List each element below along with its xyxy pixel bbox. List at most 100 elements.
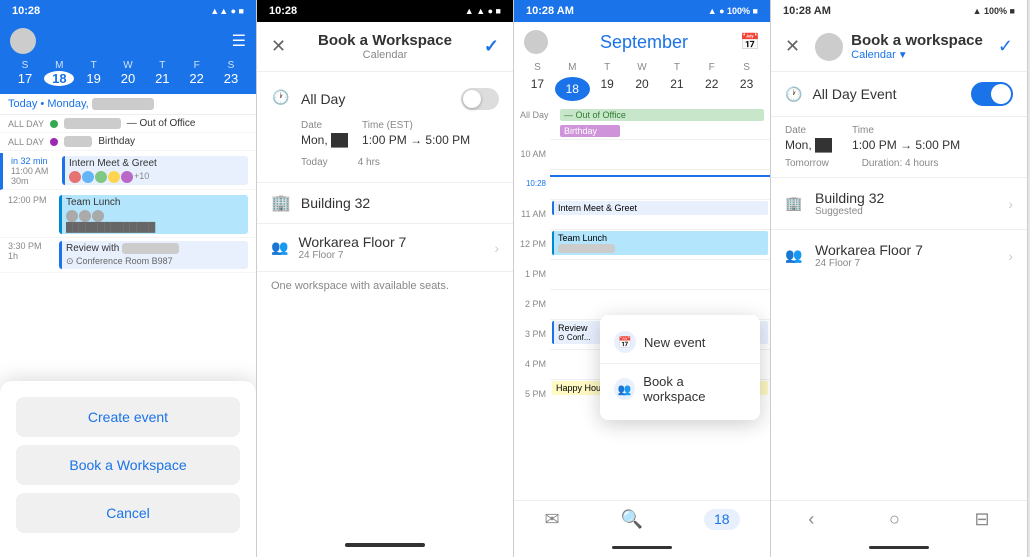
event-out-of-office[interactable]: ALL DAY ████████ — Out of Office [0, 115, 256, 133]
clock-icon-2: 🕐 [271, 89, 291, 109]
time-col-2: Time (EST) 1:00 PM → 5:00 PM [362, 120, 470, 149]
nav-menu-4[interactable]: ⊟ [975, 509, 990, 530]
time-col-4: Time 1:00 PM → 5:00 PM [852, 125, 960, 154]
time-row-12pm: 12 PM Team Lunch ██████████ [514, 229, 770, 259]
nav-back-4[interactable]: ‹ [808, 509, 814, 530]
time-4: 10:28 AM [783, 5, 831, 17]
status-bar-2: 10:28 ▲ ▲ ● ■ [257, 0, 513, 22]
workspace-chevron-4: › [1008, 248, 1013, 264]
phone-2: 10:28 ▲ ▲ ● ■ ✕ Book a Workspace Calenda… [257, 0, 514, 557]
date-row-4: Date Mon, ██ Time 1:00 PM → 5:00 PM [771, 117, 1027, 158]
confirm-button-2[interactable]: ✓ [484, 36, 499, 57]
new-event-menu-item[interactable]: 📅 New event [600, 321, 760, 364]
cal-avatar-3[interactable] [524, 30, 548, 54]
nav-mail-3[interactable]: ✉ [544, 509, 559, 530]
now-line-3 [550, 175, 770, 177]
allday-event-2-3: Birthday [560, 125, 620, 137]
nav-calendar-3[interactable]: 18 [704, 509, 740, 530]
all-day-label-3: All Day — Out of Office [514, 107, 770, 123]
today-label: Today • Monday, ████████ [0, 94, 256, 115]
form-title-4: Book a workspace [851, 32, 983, 49]
chevron-icon-2: › [494, 240, 499, 256]
calendar-dates-1: 17 18 19 20 21 22 23 [10, 71, 246, 86]
workspace-icon-2: 👥 [271, 239, 288, 256]
month-title-3: September [600, 32, 688, 53]
event-lunch-3[interactable]: Team Lunch ██████████ [552, 231, 768, 255]
workspace-row-2[interactable]: 👥 Workarea Floor 7 24 Floor 7 › [257, 224, 513, 272]
all-day-toggle-2[interactable] [461, 88, 499, 110]
bottom-nav-4: ‹ ○ ⊟ [771, 500, 1027, 542]
workspace-info-2: Workarea Floor 7 24 Floor 7 [298, 234, 406, 261]
status-icons-2: ▲ ▲ ● ■ [465, 6, 501, 16]
time-3: 10:28 AM [526, 5, 574, 17]
all-day-label-2: All Day [301, 91, 451, 107]
date-col-2: Date Mon, ██ [301, 120, 348, 149]
book-workspace-button-1[interactable]: Book a Workspace [16, 445, 240, 485]
building-chevron-4: › [1008, 196, 1013, 212]
create-event-button[interactable]: Create event [16, 397, 240, 437]
bottom-nav-3: ✉ 🔍 18 [514, 500, 770, 542]
title-text-4: Book a workspace Calendar ▼ [851, 32, 983, 61]
phone-1: 10:28 ▲▲ ● ■ ☰ S M T W T F S 17 18 19 20… [0, 0, 257, 557]
all-day-label-4: All Day Event [812, 86, 961, 102]
available-note-2: One workspace with available seats. [257, 272, 513, 300]
cancel-button-1[interactable]: Cancel [16, 493, 240, 533]
workspace-icon-4: 👥 [785, 247, 805, 264]
building-icon-2: 🏢 [271, 193, 291, 213]
building-icon-4: 🏢 [785, 195, 805, 212]
form-subtitle-2: Calendar [318, 49, 452, 61]
date-col-4: Date Mon, ██ [785, 125, 832, 154]
home-indicator-3 [514, 542, 770, 557]
confirm-button-4[interactable]: ✓ [998, 36, 1013, 57]
time-grid-3: 10 AM 10:28 11 AM Intern Meet & Greet 12… [514, 139, 770, 500]
time-row-1pm: 1 PM [514, 259, 770, 289]
building-row-2[interactable]: 🏢 Building 32 [257, 183, 513, 224]
status-bar-1: 10:28 ▲▲ ● ■ [0, 0, 256, 22]
all-day-section-2: 🕐 All Day Date Mon, ██ Time (EST) 1:00 P… [257, 72, 513, 183]
time-row-11am: 11 AM Intern Meet & Greet [514, 199, 770, 229]
event-birthday[interactable]: ALL DAY ████ Birthday [0, 133, 256, 151]
calendar-week-1: S M T W T F S [10, 60, 246, 71]
clock-icon-4: 🕐 [785, 86, 802, 103]
building-info-4: Building 32 Suggested [815, 190, 884, 217]
home-indicator-2 [257, 533, 513, 557]
menu-icon[interactable]: ☰ [232, 31, 246, 51]
workspace-info-4: Workarea Floor 7 24 Floor 7 [815, 242, 923, 269]
all-day-toggle-4[interactable] [971, 82, 1013, 106]
top-bar-4: ✕ Book a workspace Calendar ▼ ✓ [771, 22, 1027, 72]
calendar-grid-3: S M T W T F S 17 18 19 20 21 22 23 [514, 62, 770, 107]
home-indicator-4 [771, 542, 1027, 557]
calendar-icon-3[interactable]: 📅 [740, 32, 760, 52]
new-event-label: New event [644, 335, 705, 350]
date-sub-row-2: Today 4 hrs [271, 153, 499, 172]
duration-2: 4 hrs [358, 157, 380, 168]
status-bar-3: 10:28 AM ▲ ● 100% ■ [514, 0, 770, 22]
close-button-4[interactable]: ✕ [785, 36, 800, 57]
event-intern-meet[interactable]: in 32 min 11:00 AM 30m Intern Meet & Gre… [0, 153, 256, 190]
phone-4: 10:28 AM ▲ 100% ■ ✕ Book a workspace Cal… [771, 0, 1028, 557]
nav-search-3[interactable]: 🔍 [621, 509, 643, 530]
context-menu-3: 📅 New event 👥 Book a workspace [600, 315, 760, 420]
book-workspace-icon-3: 👥 [614, 378, 635, 400]
form-subtitle-4: Calendar ▼ [851, 49, 983, 61]
avatar-1[interactable] [10, 28, 36, 54]
date-time-row-2: Date Mon, ██ Time (EST) 1:00 PM → 5:00 P… [271, 116, 499, 153]
time-row-10am: 10 AM [514, 139, 770, 169]
event-team-lunch[interactable]: 12:00 PM Team Lunch ██████████████ [0, 192, 256, 238]
event-review[interactable]: 3:30 PM1h Review with ████████ ⊙ Confere… [0, 238, 256, 273]
cal-week-3: 17 18 19 20 21 22 23 [520, 75, 764, 103]
workspace-row-4[interactable]: 👥 Workarea Floor 7 24 Floor 7 › [771, 229, 1027, 281]
close-button-2[interactable]: ✕ [271, 36, 286, 57]
bottom-sheet: Create event Book a Workspace Cancel [0, 381, 256, 557]
form-title-2: Book a Workspace [318, 32, 452, 49]
all-day-row-2: 🕐 All Day [271, 82, 499, 116]
event-intern-3[interactable]: Intern Meet & Greet [552, 201, 768, 215]
nav-home-4[interactable]: ○ [889, 509, 900, 530]
day-headers-3: S M T W T F S [520, 62, 764, 73]
building-row-4[interactable]: 🏢 Building 32 Suggested › [771, 177, 1027, 229]
date-sub-2: Today [301, 157, 328, 168]
status-bar-4: 10:28 AM ▲ 100% ■ [771, 0, 1027, 22]
allday-event-1-3: — Out of Office [560, 109, 764, 121]
time-2: 10:28 [269, 5, 297, 17]
book-workspace-menu-item[interactable]: 👥 Book a workspace [600, 364, 760, 414]
